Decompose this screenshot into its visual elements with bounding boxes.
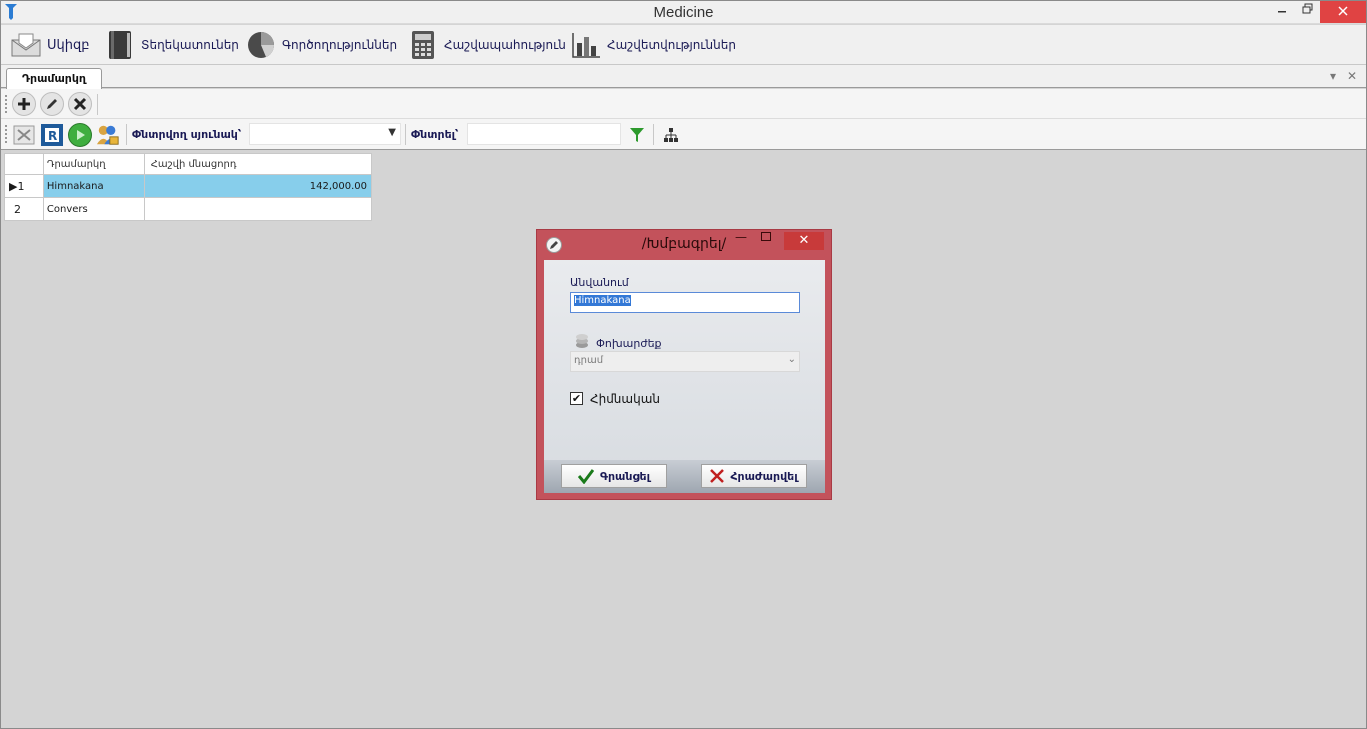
name-label: Անվանում	[570, 276, 629, 289]
toolbar-separator	[97, 94, 98, 115]
users-lock-icon	[96, 125, 119, 145]
ribbon-item-label: Տեղեկատուներ	[141, 38, 239, 52]
toolbar-grip[interactable]	[5, 125, 8, 143]
export-excel-button[interactable]	[12, 123, 36, 147]
chevron-down-icon: ▼	[388, 127, 396, 138]
row-indicator-header	[4, 153, 44, 175]
table-row[interactable]: ▶1 Himnakana 142,000.00	[4, 174, 373, 198]
pie-chart-icon	[246, 30, 276, 60]
email-icon	[11, 30, 41, 60]
name-field[interactable]: Himnakana	[570, 292, 800, 313]
restore-button[interactable]	[1294, 1, 1320, 23]
book-icon	[105, 30, 135, 60]
users-button[interactable]	[96, 123, 120, 147]
checkmark-icon	[577, 469, 594, 484]
plus-icon	[18, 98, 30, 110]
refresh-button[interactable]	[68, 123, 92, 147]
ribbon-item-label: Հաշվապահություն	[444, 38, 566, 52]
grid-header-row: Դրամարկղ Հաշվի մնացորդ	[4, 153, 373, 175]
close-button[interactable]	[1320, 1, 1366, 23]
save-button-label: Գրանցել	[599, 469, 650, 483]
dialog-minimize-button[interactable]: —	[735, 230, 747, 244]
app-window: Medicine Սկիզբ Տեղեկատուներ Գործողությու…	[0, 0, 1367, 729]
dialog-close-button[interactable]: ✕	[784, 232, 824, 250]
ribbon-item-operations[interactable]: Գործողություններ	[246, 28, 397, 62]
ribbon-item-label: Սկիզբ	[47, 37, 90, 53]
ribbon-item-label: Հաշվետվություններ	[607, 38, 736, 52]
table-row[interactable]: 2 Convers	[4, 197, 373, 221]
row-number: 1	[17, 179, 25, 193]
search-column-value	[250, 124, 253, 137]
ribbon-menu: Սկիզբ Տեղեկատուներ Գործողություններ Հաշվ…	[1, 25, 1366, 65]
search-column-label: Փնտրվող սյունակ՝	[132, 128, 242, 141]
document-tab-strip: Դրամարկղ ▾ ✕	[1, 65, 1366, 89]
dialog-maximize-button[interactable]	[761, 232, 771, 241]
column-header-balance[interactable]: Հաշվի մնացորդ	[143, 153, 373, 175]
cell-balance[interactable]	[143, 197, 373, 221]
search-input[interactable]	[467, 123, 621, 145]
row-indicator[interactable]: 2	[4, 197, 44, 221]
report-button[interactable]: R	[40, 123, 64, 147]
search-column-select[interactable]: ▼	[249, 123, 401, 145]
chevron-down-icon: ⌄	[787, 354, 796, 365]
main-checkbox-label: Հիմնական	[590, 392, 660, 406]
row-number: 2	[14, 202, 21, 216]
tab-list-dropdown-icon[interactable]: ▾	[1330, 69, 1336, 83]
ribbon-item-label: Գործողություններ	[282, 38, 398, 52]
cell-cashbox-name[interactable]: Himnakana	[42, 174, 145, 198]
delete-x-icon	[73, 97, 87, 111]
coins-icon	[574, 331, 590, 352]
add-button[interactable]	[12, 92, 36, 116]
tab-cashbox[interactable]: Դրամարկղ	[6, 68, 102, 89]
currency-select[interactable]: դրամ ⌄	[570, 351, 800, 372]
delete-button[interactable]	[68, 92, 92, 116]
minimize-button[interactable]	[1269, 1, 1295, 23]
edit-button[interactable]	[40, 92, 64, 116]
toolbar-grip[interactable]	[5, 95, 8, 113]
cashbox-grid: Դրամարկղ Հաշվի մնացորդ ▶1 Himnakana 142,…	[4, 153, 373, 221]
edit-dialog: /Խմբագրել/ — ✕ Անվանում Himnakana Փոխարժ…	[536, 229, 832, 500]
currency-label: Փոխարժեք	[596, 337, 662, 350]
save-button[interactable]: Գրանցել	[561, 464, 667, 488]
bar-chart-icon	[571, 30, 601, 60]
toolbar-separator	[653, 124, 654, 145]
report-r-icon: R	[41, 124, 63, 146]
main-checkbox[interactable]: ✔	[570, 392, 583, 405]
tab-close-icon[interactable]: ✕	[1347, 69, 1357, 83]
edit-toolbar	[1, 89, 1366, 119]
filter-button[interactable]	[625, 123, 649, 147]
row-indicator[interactable]: ▶1	[4, 174, 44, 198]
column-header-cashbox[interactable]: Դրամարկղ	[42, 153, 145, 175]
toolbar-separator	[405, 124, 406, 145]
excel-icon	[13, 125, 35, 145]
cell-balance[interactable]: 142,000.00	[143, 174, 373, 198]
title-bar: Medicine	[1, 1, 1366, 24]
hierarchy-icon	[664, 128, 678, 142]
currency-value: դրամ	[574, 355, 604, 366]
ribbon-item-start[interactable]: Սկիզբ	[11, 28, 90, 62]
svg-text:R: R	[48, 129, 57, 143]
search-toolbar: R Փնտրվող սյունակ՝ ▼ Փնտրել՝	[1, 119, 1366, 150]
cancel-button[interactable]: Հրաժարվել	[701, 464, 807, 488]
play-icon	[77, 130, 85, 140]
ribbon-item-accounting[interactable]: Հաշվապահություն	[408, 28, 566, 62]
toolbar-separator	[126, 124, 127, 145]
hierarchy-button[interactable]	[659, 123, 683, 147]
cancel-button-label: Հրաժարվել	[730, 469, 798, 483]
filter-icon	[630, 128, 644, 142]
calculator-icon	[408, 30, 438, 60]
name-value: Himnakana	[574, 295, 631, 306]
search-label: Փնտրել՝	[411, 128, 459, 141]
cancel-x-icon	[710, 469, 725, 483]
ribbon-item-directories[interactable]: Տեղեկատուներ	[105, 28, 239, 62]
window-title: Medicine	[653, 4, 714, 21]
pencil-icon	[47, 99, 57, 109]
cell-cashbox-name[interactable]: Convers	[42, 197, 145, 221]
ribbon-item-reports[interactable]: Հաշվետվություններ	[571, 28, 736, 62]
